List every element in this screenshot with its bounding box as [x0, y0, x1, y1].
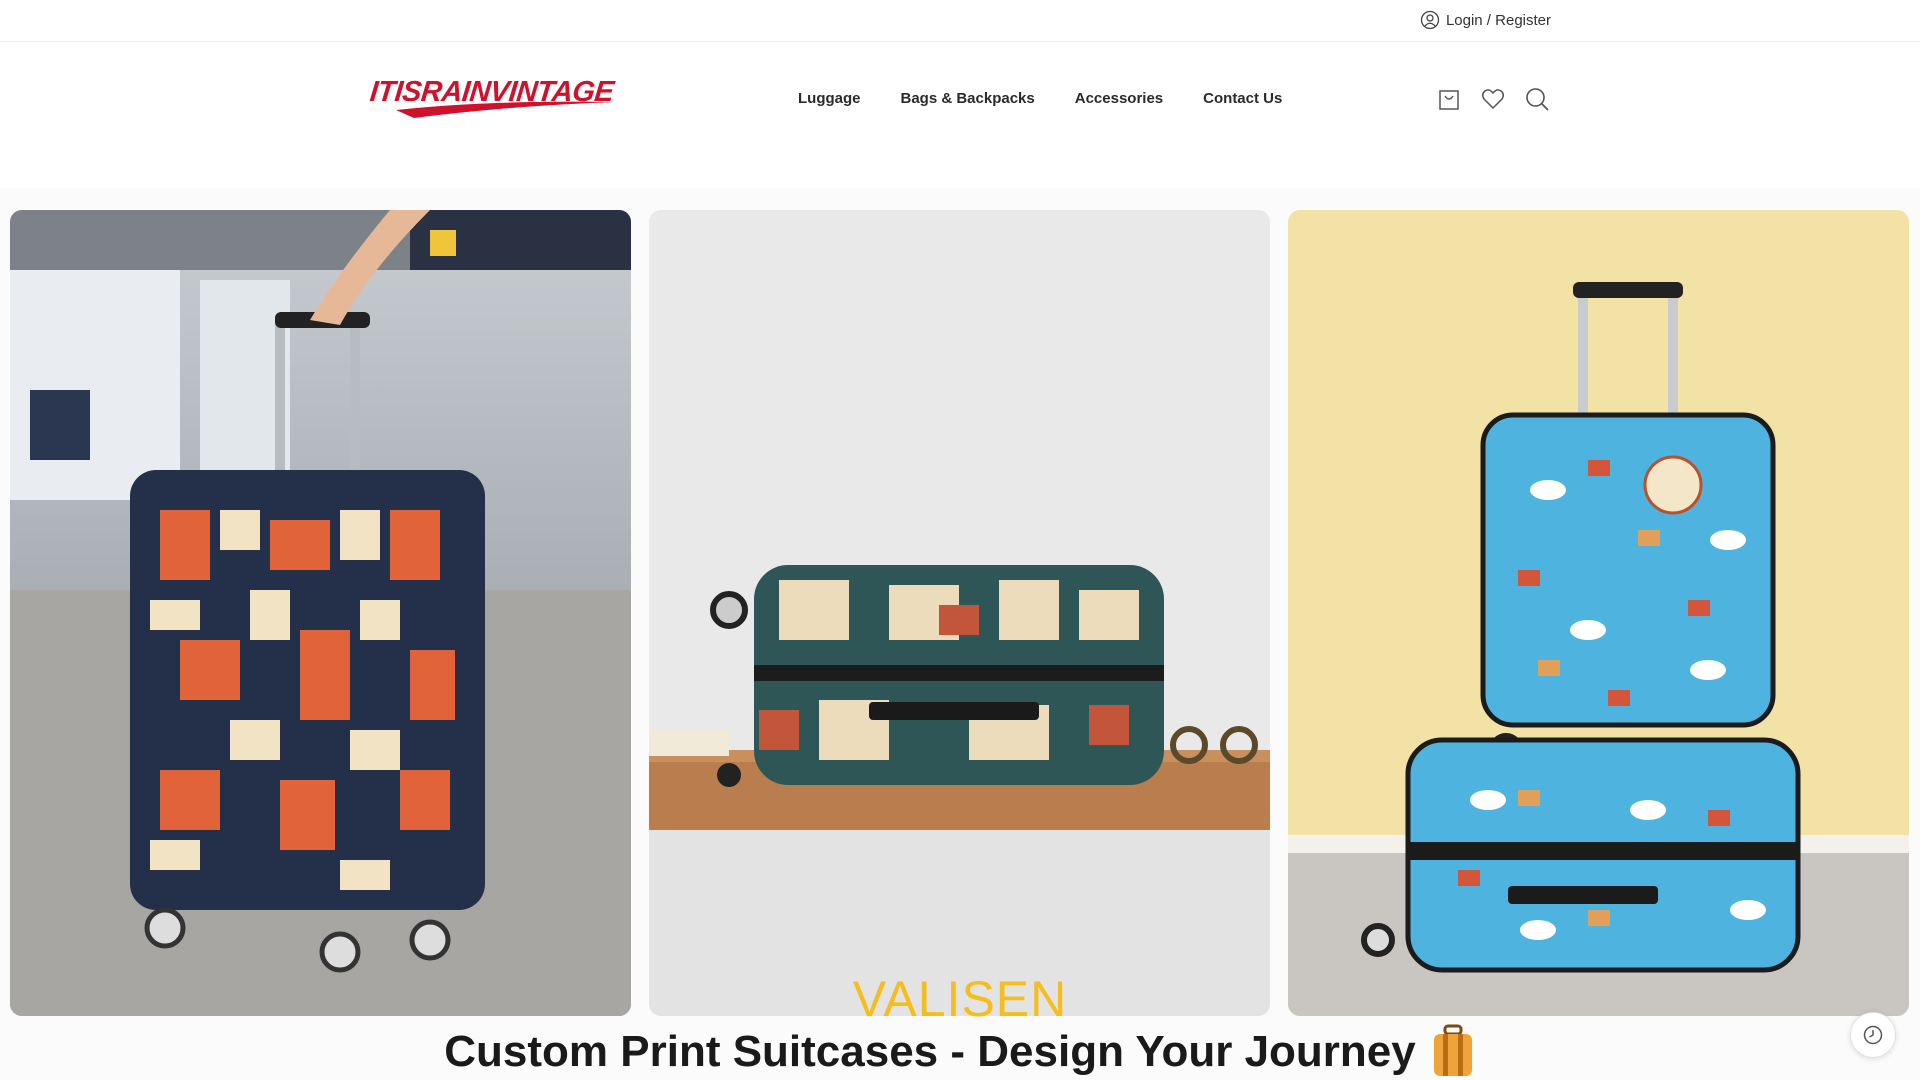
hero-title: Custom Print Suitcases - Design Your Jou… — [0, 1024, 1920, 1080]
brand-logo[interactable]: ITISRAINVINTAGE — [368, 72, 618, 122]
history-icon — [1863, 1025, 1883, 1045]
nav-accessories[interactable]: Accessories — [1075, 90, 1163, 107]
nav-contact-us[interactable]: Contact Us — [1203, 90, 1282, 107]
hero-title-text: Custom Print Suitcases - Design Your Jou… — [444, 1027, 1416, 1076]
logo-swoosh — [396, 101, 614, 118]
header-actions — [1436, 86, 1550, 112]
hero-section: VALISEN Custom Print Suitcases - Design … — [0, 188, 1920, 1080]
hero-watermark-text: VALISEN — [852, 971, 1068, 1027]
hero-image-vintage-suitcase[interactable] — [649, 210, 1270, 1016]
main-nav: Luggage Bags & Backpacks Accessories Con… — [798, 90, 1282, 107]
user-icon — [1420, 10, 1440, 30]
site-header: ITISRAINVINTAGE Luggage Bags & Backpacks… — [0, 42, 1920, 188]
heart-icon[interactable] — [1480, 86, 1506, 112]
history-button[interactable] — [1850, 1012, 1896, 1058]
hero-image-cartoon-suitcases[interactable] — [1288, 210, 1909, 1016]
nav-luggage[interactable]: Luggage — [798, 90, 861, 107]
login-register-link[interactable]: Login / Register — [1420, 10, 1551, 30]
hero-image-geometric-suitcase[interactable] — [10, 210, 631, 1016]
nav-bags-backpacks[interactable]: Bags & Backpacks — [901, 90, 1035, 107]
cart-icon[interactable] — [1436, 86, 1462, 112]
login-register-label: Login / Register — [1445, 11, 1551, 29]
search-icon[interactable] — [1524, 86, 1550, 112]
top-utility-bar: Login / Register — [0, 0, 1920, 42]
suitcase-icon — [1433, 1024, 1472, 1076]
